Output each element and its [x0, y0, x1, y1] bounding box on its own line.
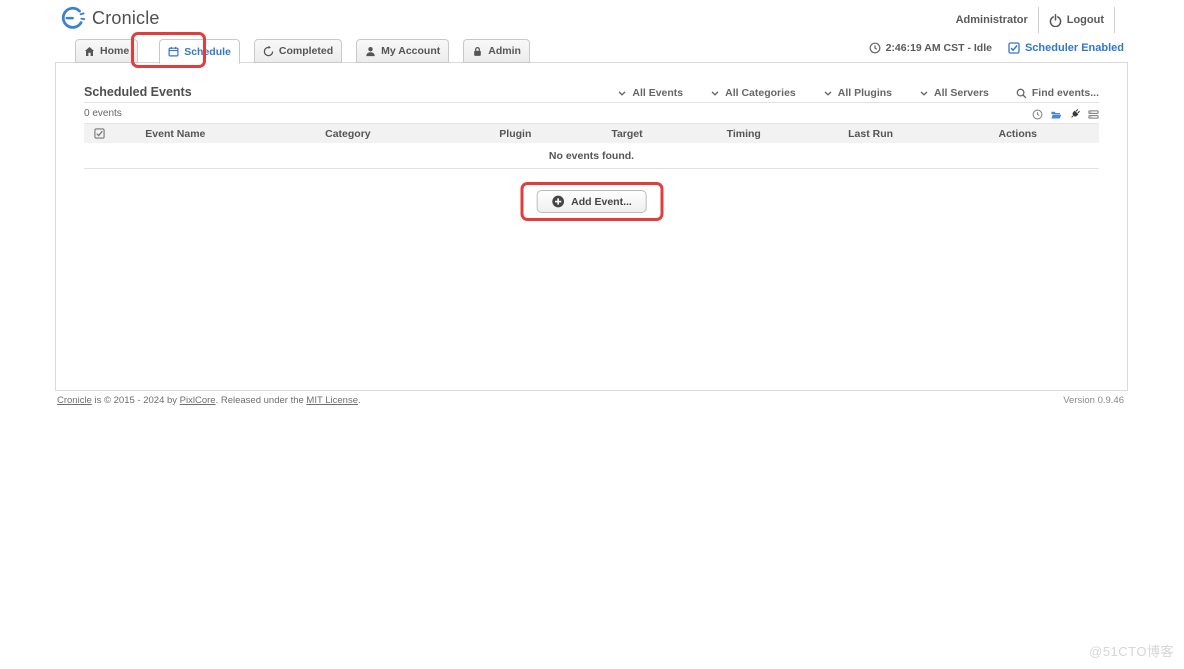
username-link[interactable]: Administrator — [956, 14, 1028, 26]
search-icon — [1016, 88, 1027, 99]
logout-button[interactable]: Logout — [1049, 13, 1104, 27]
tab-schedule-label: Schedule — [184, 45, 231, 58]
tab-schedule[interactable]: Schedule — [159, 39, 240, 64]
add-event-label: Add Event... — [571, 195, 632, 208]
title-divider — [84, 102, 1099, 103]
plug-icon[interactable] — [1069, 108, 1081, 120]
tab-completed-label: Completed — [278, 45, 334, 57]
pixlcore-link[interactable]: PixlCore — [180, 395, 216, 406]
footer-text: is © 2015 - 2024 by — [91, 395, 180, 406]
chevron-down-icon — [710, 89, 720, 98]
find-events-search[interactable]: Find events... — [1016, 87, 1099, 99]
column-category: Category — [325, 127, 371, 140]
empty-table-message: No events found. — [84, 143, 1099, 169]
column-event-name: Event Name — [145, 127, 206, 140]
main-tabbar: Home Schedule Completed My Account Admin — [75, 39, 544, 64]
mit-license-link[interactable]: MIT License — [306, 395, 358, 406]
chevron-down-icon — [617, 89, 627, 98]
filter-bar: All Events All Categories All Plugins Al… — [617, 87, 1099, 99]
servers-icon[interactable] — [1088, 109, 1099, 120]
cronicle-app: Cronicle Administrator Logout 2:46:19 AM… — [0, 0, 1184, 669]
scheduler-enabled-label: Scheduler Enabled — [1024, 42, 1124, 54]
tab-my-account[interactable]: My Account — [356, 39, 450, 63]
history-icon — [263, 45, 274, 57]
lock-icon — [472, 46, 483, 57]
footer-text: . Released under the — [215, 395, 307, 406]
home-icon — [84, 46, 95, 57]
logout-label: Logout — [1066, 14, 1104, 26]
filter-label: All Servers — [934, 87, 989, 99]
clock-icon — [869, 42, 881, 54]
time-status-label: 2:46:19 AM CST - Idle — [885, 42, 992, 54]
version-label: Version 0.9.46 — [1063, 395, 1124, 406]
cronicle-link[interactable]: Cronicle — [57, 395, 92, 406]
app-logo: Cronicle — [59, 5, 160, 32]
chevron-down-icon — [919, 89, 929, 98]
events-count: 0 events — [84, 108, 122, 119]
column-last-run: Last Run — [848, 127, 894, 140]
filter-all-events[interactable]: All Events — [617, 87, 683, 99]
clock-icon[interactable] — [1032, 109, 1043, 120]
column-actions: Actions — [998, 127, 1037, 140]
search-label: Find events... — [1031, 87, 1099, 99]
scheduled-events-panel: Scheduled Events All Events All Categori… — [55, 62, 1128, 391]
filter-all-categories[interactable]: All Categories — [710, 87, 796, 99]
tab-my-account-label: My Account — [381, 45, 441, 57]
user-icon — [365, 46, 376, 57]
footer-text: . — [358, 395, 361, 406]
filter-label: All Categories — [725, 87, 796, 99]
filter-label: All Events — [632, 87, 684, 99]
tab-admin-label: Admin — [488, 45, 521, 57]
divider — [1114, 7, 1115, 33]
plus-circle-icon — [551, 195, 564, 208]
select-all-checkbox[interactable] — [84, 128, 114, 139]
filter-all-plugins[interactable]: All Plugins — [823, 87, 892, 99]
folder-icon[interactable] — [1050, 109, 1062, 120]
tab-completed[interactable]: Completed — [253, 39, 343, 63]
column-plugin: Plugin — [499, 127, 532, 140]
filter-label: All Plugins — [837, 87, 893, 99]
column-timing: Timing — [726, 127, 761, 140]
filter-all-servers[interactable]: All Servers — [919, 87, 989, 99]
tab-admin[interactable]: Admin — [463, 39, 530, 63]
checkbox-checked-icon — [1008, 42, 1020, 54]
divider — [1037, 7, 1039, 33]
page-title: Scheduled Events — [84, 85, 192, 99]
tab-home-label: Home — [100, 45, 130, 57]
column-target: Target — [611, 127, 643, 140]
power-icon — [1049, 13, 1062, 27]
scheduler-time-status: 2:46:19 AM CST - Idle — [869, 42, 992, 54]
footer-copyright: Cronicle is © 2015 - 2024 by PixlCore. R… — [57, 395, 361, 406]
chevron-down-icon — [823, 89, 833, 98]
clock-logo-icon — [59, 5, 86, 32]
app-title: Cronicle — [92, 8, 160, 28]
view-toolbar — [1032, 108, 1099, 120]
add-event-button[interactable]: Add Event... — [536, 190, 647, 213]
tab-home[interactable]: Home — [75, 39, 139, 63]
calendar-icon — [168, 46, 179, 57]
scheduler-enabled-toggle[interactable]: Scheduler Enabled — [1008, 42, 1124, 54]
watermark: @51CTO博客 — [1089, 644, 1174, 659]
events-table-header: Event Name Category Plugin Target Timing… — [84, 123, 1099, 143]
